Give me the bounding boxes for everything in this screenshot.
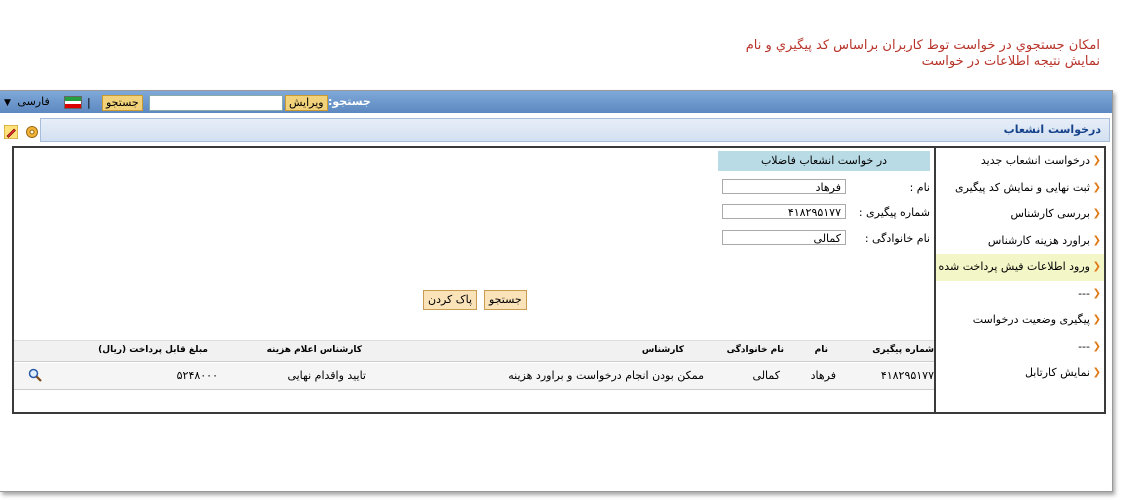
chevron-icon: ❮ — [1092, 234, 1101, 246]
sidebar-item-label: نمایش کارتابل — [1024, 366, 1090, 379]
sidebar-item-label: ثبت نهایی و نمایش کد پیگیری — [954, 180, 1090, 194]
top-toolbar: ▼ فارسی | جستجو ویرایش جستجو: — [0, 91, 1112, 113]
chevron-icon: ❮ — [1092, 314, 1101, 325]
sidebar-item-track-status[interactable]: ❮ پیگیری وضعیت درخواست — [936, 307, 1104, 334]
annotation-line-1: امکان جستجوي در خواست توط کاربران براساس… — [745, 38, 1100, 53]
iran-flag-icon — [64, 96, 82, 109]
window-titlebar: درخواست انشعاب — [40, 118, 1110, 142]
top-search-input[interactable] — [149, 95, 283, 111]
cell-family: کمالی — [752, 369, 780, 382]
family-label: نام خانوادگی : — [864, 232, 930, 245]
magnifier-icon[interactable] — [28, 368, 42, 382]
app-window: ▼ فارسی | جستجو ویرایش جستجو: درخواست ان… — [0, 90, 1113, 492]
column-header-amount: مبلغ قابل پرداخت (ریال) — [98, 345, 208, 355]
chevron-icon: ❮ — [1092, 367, 1101, 378]
clear-button[interactable]: پاک کردن — [423, 290, 478, 310]
family-field[interactable]: کمالی — [722, 230, 846, 245]
sidebar-item-final-register[interactable]: ❮ ثبت نهایی و نمایش کد پیگیری — [936, 175, 1104, 202]
sidebar-item-label: پیگیری وضعیت درخواست — [972, 313, 1090, 326]
tracking-field[interactable]: ۴۱۸۲۹۵۱۷۷ — [722, 204, 846, 219]
column-header-cost-expert: کارشناس اعلام هزینه — [266, 345, 362, 355]
top-edit-button[interactable]: ویرایش — [285, 95, 328, 111]
sidebar-item-payment-receipt[interactable]: ❮ ورود اطلاعات فیش پرداخت شده — [936, 254, 1104, 281]
chevron-icon: ❮ — [1092, 155, 1101, 166]
chevron-icon: ❮ — [1092, 261, 1101, 272]
results-table-header: شماره پیگیری نام نام خانوادگی کارشناس کا… — [14, 340, 934, 362]
sidebar-item-label: درخواست انشعاب جدید — [980, 154, 1090, 167]
content-area: در خواست انشعاب فاضلاب نام : فرهاد شماره… — [14, 148, 934, 412]
annotation-line-2: نمايش نتيجه اطلاعات در خواست — [921, 54, 1100, 69]
column-header-tracking: شماره پیگیری — [872, 345, 934, 355]
top-search-label: جستجو: — [328, 95, 371, 108]
dropdown-arrow-icon[interactable]: ▼ — [4, 98, 11, 108]
top-search-button[interactable]: جستجو — [102, 95, 143, 111]
sidebar-item-label: ورود اطلاعات فیش پرداخت شده — [938, 260, 1090, 273]
name-label: نام : — [909, 181, 930, 194]
cell-cost-expert: تایید واقدام نهایی — [287, 369, 366, 382]
sidebar-item-new-request[interactable]: ❮ درخواست انشعاب جدید — [936, 148, 1104, 175]
sidebar-item-label: --- — [1078, 286, 1090, 300]
edit-pencil-icon[interactable] — [4, 124, 18, 139]
window-title: درخواست انشعاب — [1003, 123, 1101, 136]
sidebar-item-label: بررسی کارشناس — [1010, 207, 1090, 220]
cell-amount: ۵۲۴۸۰۰۰ — [176, 369, 218, 382]
sidebar-item-separator[interactable]: ❮ --- — [936, 281, 1104, 308]
tracking-label: شماره پیگیری : — [858, 206, 930, 219]
chevron-icon: ❮ — [1092, 340, 1101, 352]
corner-tools — [4, 121, 41, 140]
cell-name: فرهاد — [810, 369, 836, 382]
chevron-icon: ❮ — [1092, 208, 1101, 219]
cell-tracking: ۴۱۸۲۹۵۱۷۷ — [880, 369, 934, 382]
table-row[interactable]: ۴۱۸۲۹۵۱۷۷ فرهاد کمالی ممکن بودن انجام در… — [14, 363, 934, 390]
gear-icon[interactable] — [25, 125, 39, 139]
sidebar-item-separator[interactable]: ❮ --- — [936, 334, 1104, 361]
sidebar-item-cartable[interactable]: ❮ نمایش کارتابل — [936, 360, 1104, 387]
sidebar: ❮ درخواست انشعاب جدید ❮ ثبت نهایی و نمایش … — [934, 148, 1104, 412]
sidebar-item-label: --- — [1078, 339, 1090, 353]
cell-expert: ممکن بودن انجام درخواست و براورد هزینه — [508, 369, 704, 382]
chevron-icon: ❮ — [1092, 181, 1101, 193]
sidebar-item-expert-review[interactable]: ❮ بررسی کارشناس — [936, 201, 1104, 228]
main-panel: ❮ درخواست انشعاب جدید ❮ ثبت نهایی و نمایش … — [12, 146, 1106, 414]
toolbar-separator: | — [87, 96, 91, 109]
search-button[interactable]: جستجو — [484, 290, 527, 310]
column-header-expert: کارشناس — [641, 345, 684, 355]
language-select[interactable]: ▼ فارسی — [4, 95, 50, 108]
sidebar-item-cost-estimate[interactable]: ❮ براورد هزینه کارشناس — [936, 228, 1104, 255]
annotation-text: امکان جستجوي در خواست توط کاربران براساس… — [500, 38, 1100, 70]
form-header: در خواست انشعاب فاضلاب — [718, 151, 930, 171]
sidebar-item-label: براورد هزینه کارشناس — [987, 233, 1090, 247]
language-label: فارسی — [17, 95, 50, 108]
chevron-icon: ❮ — [1092, 287, 1101, 299]
name-field[interactable]: فرهاد — [722, 179, 846, 194]
column-header-name: نام — [814, 345, 828, 355]
column-header-family: نام خانوادگی — [726, 345, 784, 355]
flag-stripe-red — [65, 104, 81, 108]
